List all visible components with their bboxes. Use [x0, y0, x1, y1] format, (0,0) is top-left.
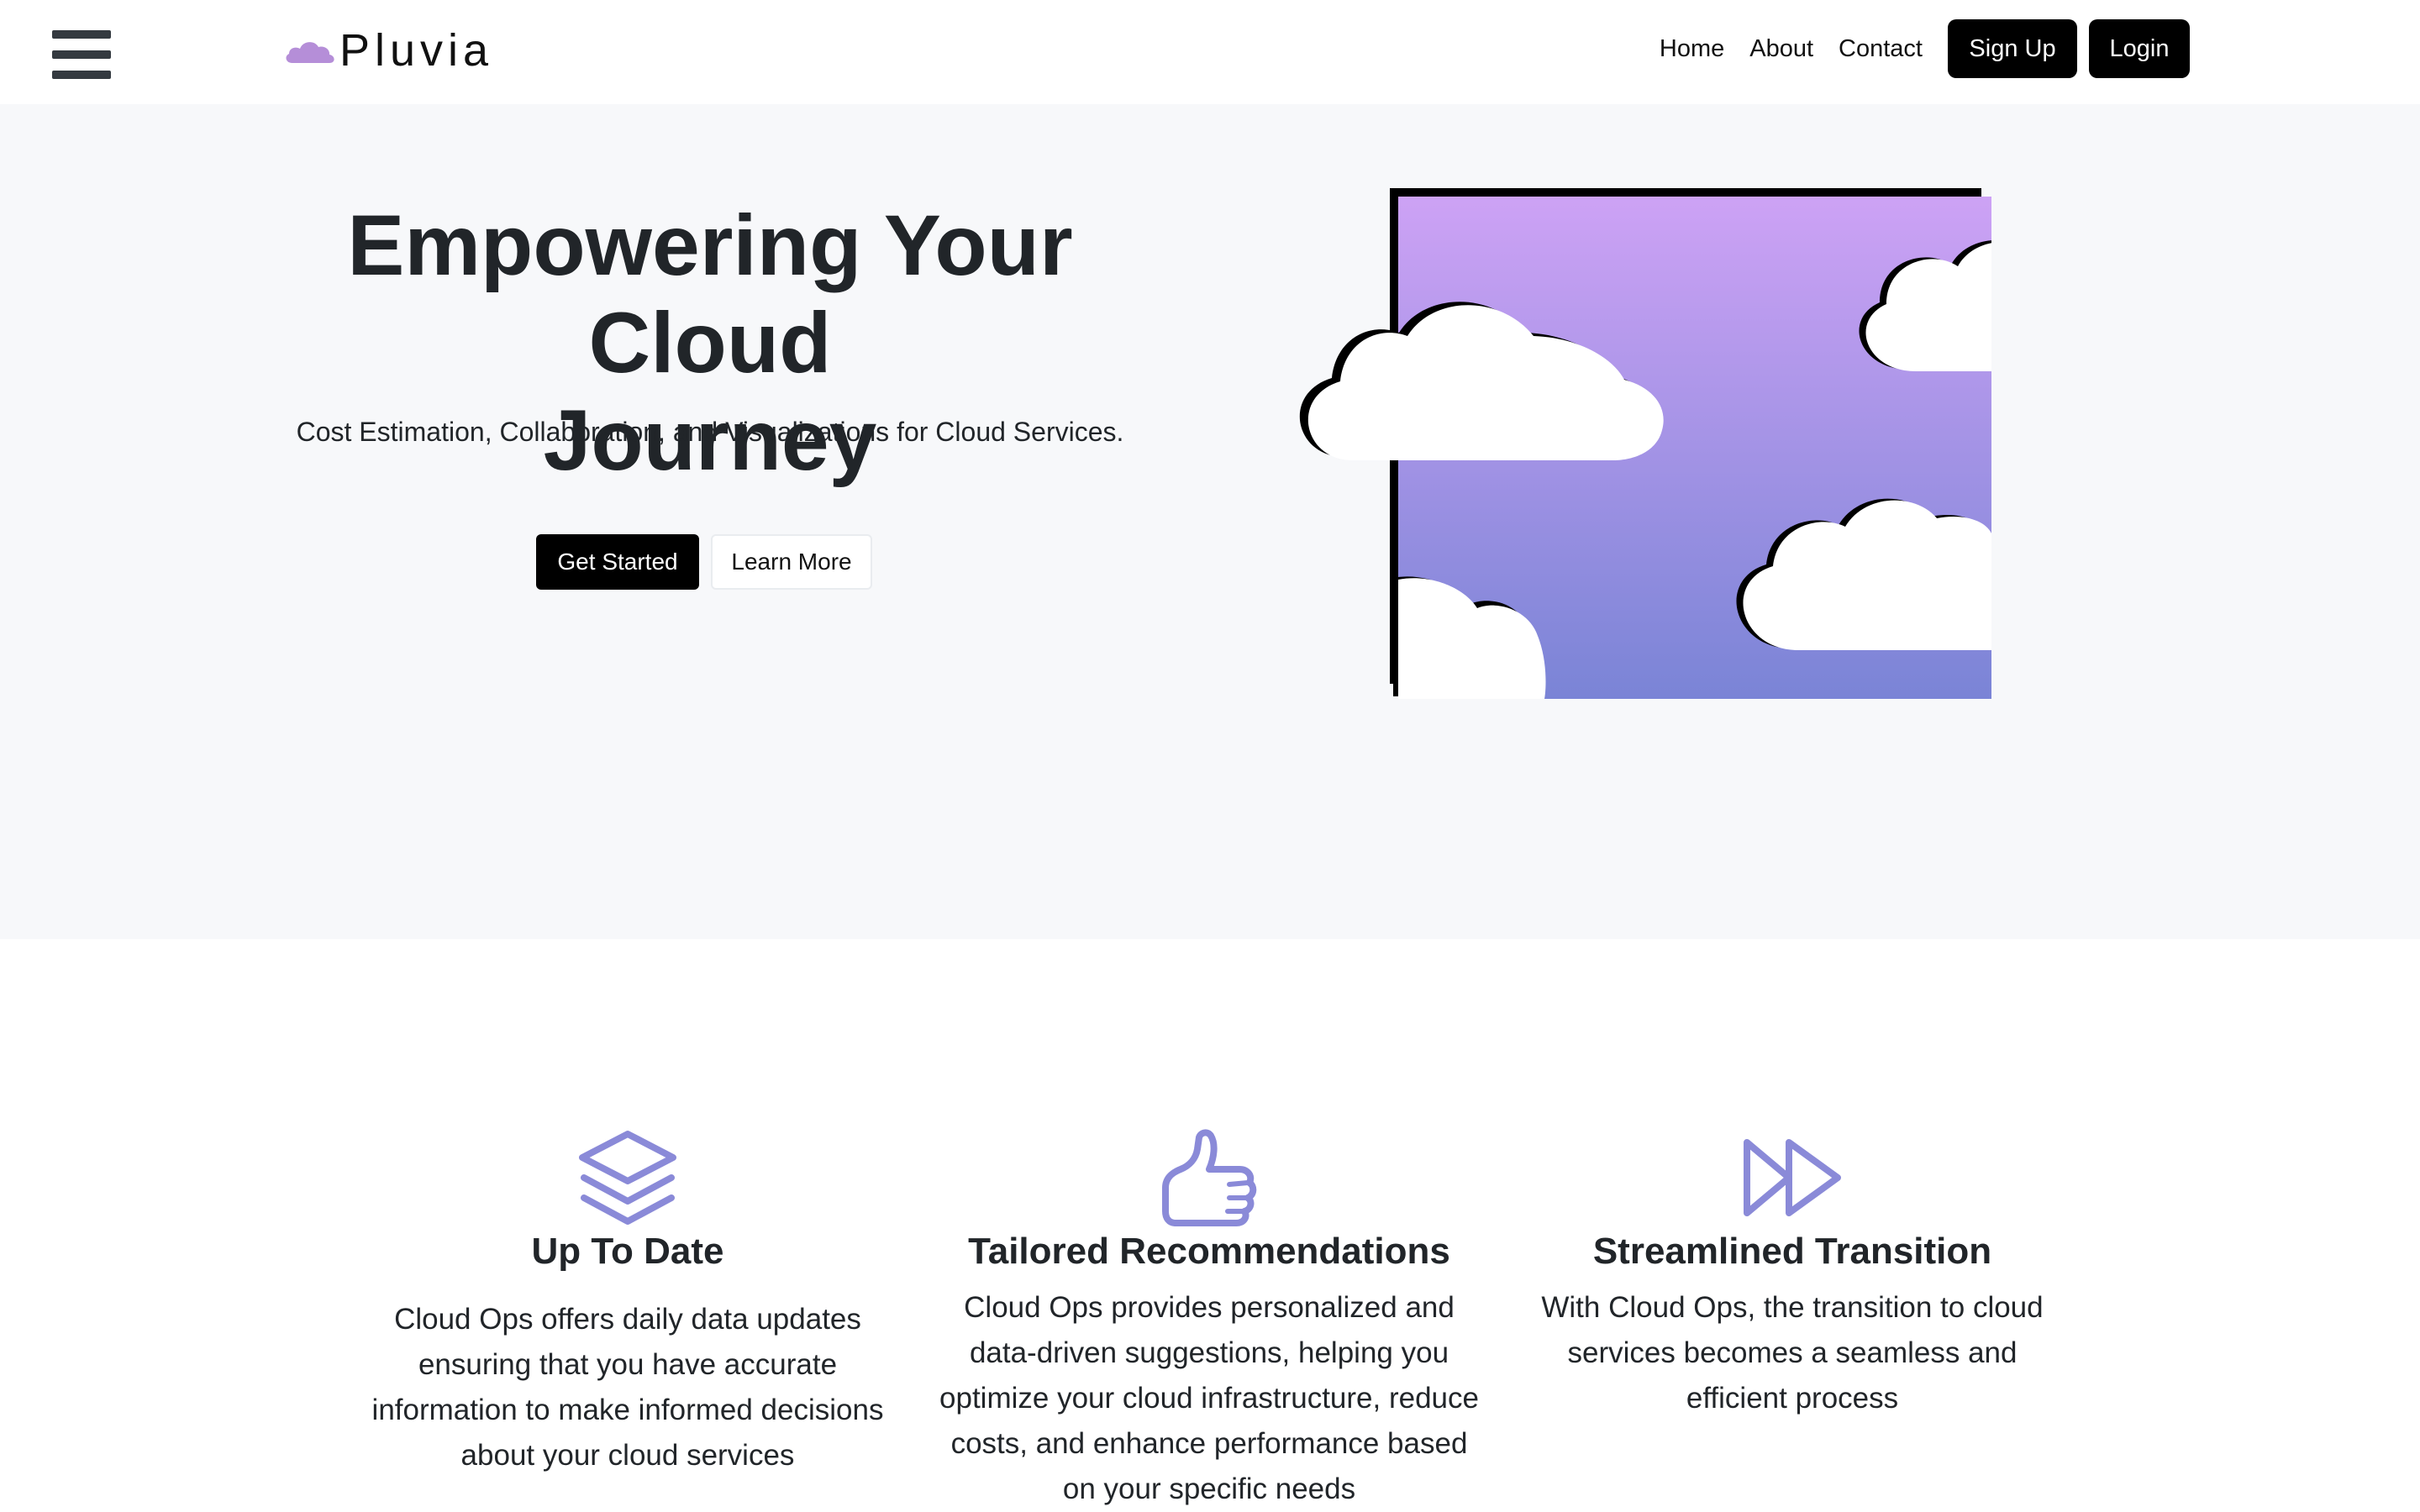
layers-icon	[579, 1131, 676, 1225]
nav-links: Home About Contact Sign Up Login	[1660, 18, 2190, 79]
hero-section: Empowering Your Cloud Journey Cost Estim…	[0, 104, 2420, 939]
get-started-button[interactable]: Get Started	[536, 534, 699, 590]
feature-tailored-recommendations: Tailored Recommendations Cloud Ops provi…	[936, 1129, 1482, 1512]
nav-link-about[interactable]: About	[1749, 35, 1813, 63]
feature-description: With Cloud Ops, the transition to cloud …	[1541, 1291, 2044, 1415]
nav-link-home[interactable]: Home	[1660, 35, 1724, 63]
feature-title: Up To Date	[531, 1231, 724, 1272]
sign-up-button[interactable]: Sign Up	[1948, 19, 2077, 78]
hamburger-menu-icon[interactable]	[52, 30, 111, 79]
learn-more-button[interactable]: Learn More	[711, 534, 872, 590]
feature-title: Streamlined Transition	[1592, 1231, 1992, 1272]
hero-title-line-1: Empowering Your Cloud	[347, 197, 1073, 391]
login-button[interactable]: Login	[2089, 19, 2190, 78]
thumbs-up-icon	[1162, 1129, 1257, 1226]
feature-description: Cloud Ops offers daily data updates ensu…	[371, 1303, 884, 1472]
navbar: Pluvia Home About Contact Sign Up Login	[0, 0, 2420, 104]
brand-logo[interactable]: Pluvia	[284, 24, 493, 77]
hero-buttons: Get Started Learn More	[536, 534, 872, 590]
brand-name: Pluvia	[339, 25, 494, 76]
feature-description: Cloud Ops provides personalized and data…	[939, 1291, 1479, 1505]
nav-link-contact[interactable]: Contact	[1839, 35, 1923, 63]
features-section: Up To Date Cloud Ops offers daily data u…	[0, 939, 2420, 1507]
hero-subtitle: Cost Estimation, Collaboration, and Visu…	[296, 417, 1124, 447]
feature-up-to-date: Up To Date Cloud Ops offers daily data u…	[355, 1129, 901, 1478]
fast-forward-icon	[1744, 1139, 1841, 1216]
cloud-logo-icon	[286, 42, 334, 63]
feature-title: Tailored Recommendations	[968, 1231, 1450, 1272]
cloud-sky-illustration	[1299, 188, 1991, 699]
feature-streamlined-transition: Streamlined Transition With Cloud Ops, t…	[1519, 1129, 2065, 1421]
